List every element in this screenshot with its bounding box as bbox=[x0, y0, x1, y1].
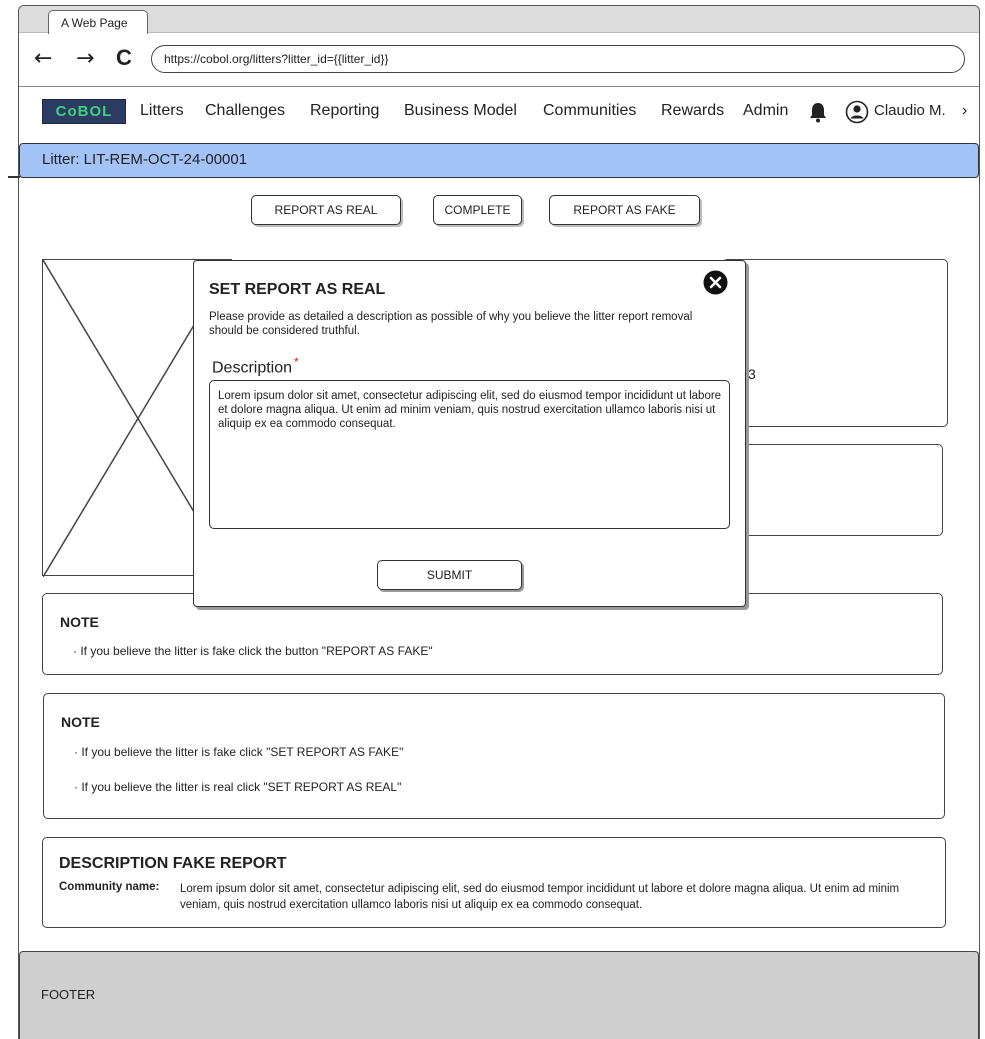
note-bullet: · If you believe the litter is real clic… bbox=[74, 780, 402, 794]
note-title: NOTE bbox=[61, 714, 100, 730]
divider bbox=[19, 86, 979, 87]
nav-item-business-model[interactable]: Business Model bbox=[404, 102, 517, 120]
modal-description: Please provide as detailed a description… bbox=[209, 311, 693, 337]
note-title: NOTE bbox=[60, 614, 99, 630]
litter-id-bar: Litter: LIT-REM-OCT-24-00001 bbox=[19, 143, 979, 178]
community-name-label: Community name: bbox=[59, 881, 160, 893]
details-panel-secondary bbox=[722, 444, 943, 536]
nav-item-challenges[interactable]: Challenges bbox=[205, 102, 285, 120]
description-textarea[interactable]: Lorem ipsum dolor sit amet, consectetur … bbox=[209, 380, 730, 529]
nav-item-reporting[interactable]: Reporting bbox=[310, 102, 379, 120]
nav-item-communities[interactable]: Communities bbox=[543, 102, 636, 120]
details-panel bbox=[722, 259, 948, 427]
description-label: Description * bbox=[212, 355, 299, 377]
required-marker: * bbox=[294, 355, 299, 369]
complete-button[interactable]: COMPLETE bbox=[433, 195, 522, 225]
modal-title: SET REPORT AS REAL bbox=[209, 281, 386, 298]
nav-item-rewards[interactable]: Rewards bbox=[661, 102, 724, 120]
browser-tab[interactable]: A Web Page bbox=[48, 10, 148, 34]
forward-arrow-icon[interactable]: → bbox=[76, 48, 94, 70]
note-bullet-text: If you believe the litter is fake click … bbox=[80, 644, 433, 658]
divider bbox=[8, 176, 20, 178]
report-as-real-button[interactable]: REPORT AS REAL bbox=[251, 195, 401, 225]
browser-tab-strip bbox=[19, 6, 979, 33]
report-as-fake-button[interactable]: REPORT AS FAKE bbox=[549, 195, 700, 225]
note-bullet-text: If you believe the litter is fake click … bbox=[81, 745, 404, 759]
chevron-right-icon[interactable]: › bbox=[962, 102, 967, 120]
reload-icon[interactable]: C bbox=[116, 47, 132, 69]
note-bullet: · If you believe the litter is fake clic… bbox=[73, 644, 433, 658]
note-bullet-text: If you believe the litter is real click … bbox=[81, 780, 402, 794]
logo[interactable]: CoBOL bbox=[42, 99, 126, 124]
nav-item-litters[interactable]: Litters bbox=[140, 102, 184, 120]
fake-report-title: DESCRIPTION FAKE REPORT bbox=[59, 855, 287, 872]
close-icon[interactable] bbox=[703, 270, 728, 295]
note-bullet: · If you believe the litter is fake clic… bbox=[74, 745, 404, 759]
user-name[interactable]: Claudio M. bbox=[874, 102, 946, 119]
submit-button[interactable]: SUBMIT bbox=[377, 560, 522, 590]
description-label-text: Description bbox=[212, 359, 293, 377]
note-panel-2: NOTE · If you believe the litter is fake… bbox=[43, 693, 945, 819]
avatar-icon[interactable] bbox=[845, 100, 869, 124]
footer: FOOTER bbox=[19, 951, 979, 1039]
community-name-value: Lorem ipsum dolor sit amet, consectetur … bbox=[180, 883, 900, 911]
url-bar[interactable]: https://cobol.org/litters?litter_id={{li… bbox=[151, 45, 965, 73]
partial-detail-text: 3 bbox=[748, 366, 756, 382]
bell-icon[interactable] bbox=[808, 101, 828, 123]
nav-item-admin[interactable]: Admin bbox=[743, 102, 788, 120]
back-arrow-icon[interactable]: ← bbox=[34, 48, 52, 70]
